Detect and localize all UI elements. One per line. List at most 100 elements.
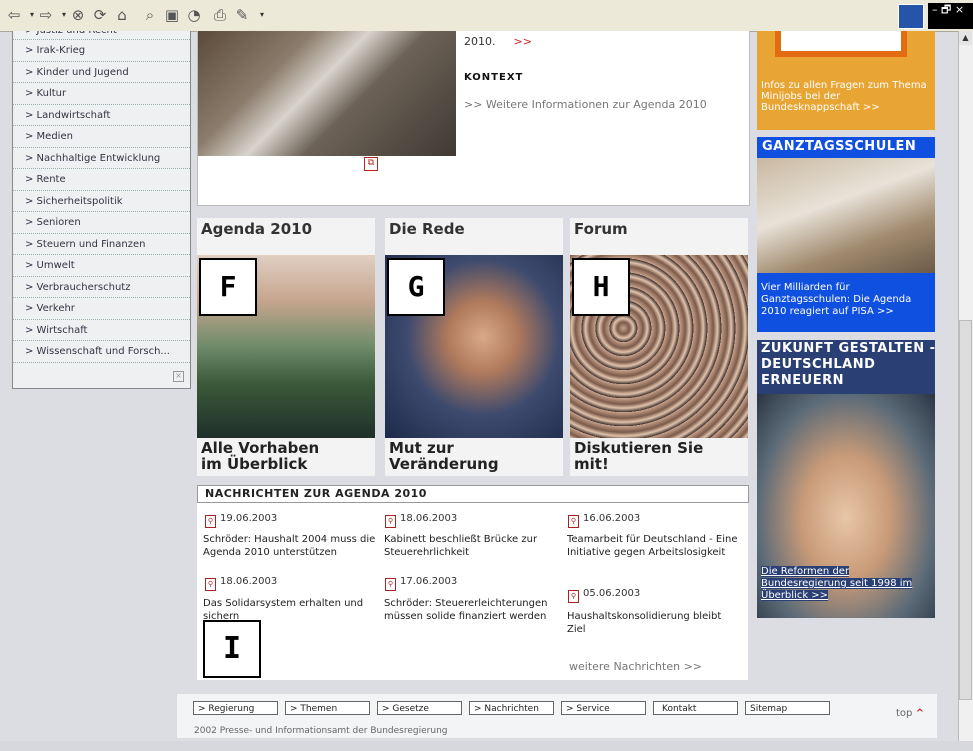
menu-item[interactable]: > Verkehr <box>13 298 190 320</box>
print-icon[interactable]: ⎙ <box>210 5 230 25</box>
news-date: ⚲ 16.06.2003 <box>568 513 640 528</box>
menu-item[interactable]: > Kinder und Jugend <box>13 62 190 83</box>
back-icon[interactable]: ⇦ <box>4 5 24 25</box>
article-fragment: 2010. >> <box>464 35 532 48</box>
top-link[interactable]: top ^ <box>896 708 924 719</box>
copyright-text: 2002 Presse- und Informationsamt der Bun… <box>194 726 448 736</box>
pdf-icon[interactable]: ⚲ <box>568 515 579 528</box>
promo-forum[interactable]: Forum Diskutieren Sie mit! H <box>570 218 748 476</box>
pdf-icon[interactable]: ⚲ <box>385 578 396 591</box>
footer-nav-sitemap[interactable]: Sitemap <box>745 701 830 715</box>
footer-nav-gesetze[interactable]: > Gesetze <box>377 701 462 715</box>
arrow-up-icon[interactable]: ^ <box>916 708 924 719</box>
scroll-up-icon[interactable]: ▲ <box>959 31 972 45</box>
favorites-icon[interactable]: ▣ <box>162 5 182 25</box>
promo-title: Agenda 2010 <box>201 220 313 238</box>
news-list: ⚲ 19.06.2003 Schröder: Haushalt 2004 muss… <box>197 503 748 680</box>
menu-item[interactable]: > Verbraucherschutz <box>13 277 190 298</box>
footer-nav-service[interactable]: > Service <box>561 701 646 715</box>
ganztag-title: GANZTAGSSCHULEN <box>762 139 917 154</box>
promo-caption: Diskutieren Sie mit! <box>574 440 703 472</box>
menu-item[interactable]: > Umwelt <box>13 255 190 277</box>
news-date-text: 05.06.2003 <box>583 588 641 599</box>
edit-icon[interactable]: ✎ <box>232 5 252 25</box>
stop-icon[interactable]: ⊗ <box>68 5 88 25</box>
pdf-icon[interactable]: ⚲ <box>205 515 216 528</box>
promo-title: Die Rede <box>389 220 465 238</box>
orange-graphic <box>775 31 907 57</box>
news-link[interactable]: Kabinett beschließt Brücke zur Steuerehr… <box>384 533 559 559</box>
home-icon[interactable]: ⌂ <box>112 5 132 25</box>
promo-agenda[interactable]: Agenda 2010 Alle Vorhaben im Überblick F <box>197 218 375 476</box>
menu-item[interactable]: > Justiz und Recht <box>13 31 190 40</box>
marker-label: H <box>572 258 630 316</box>
news-link[interactable]: Haushaltskonsolidierung bleibt Ziel <box>567 610 742 636</box>
footer-nav-themen[interactable]: > Themen <box>285 701 370 715</box>
status-bar <box>0 741 973 751</box>
menu-item[interactable]: > Wissenschaft und Forsch... <box>13 341 190 363</box>
menu-item[interactable]: > Landwirtschaft <box>13 105 190 126</box>
footer-nav-regierung[interactable]: > Regierung <box>193 701 278 715</box>
pdf-icon[interactable]: ⚲ <box>205 578 216 591</box>
news-date: ⚲ 18.06.2003 <box>385 513 457 528</box>
news-heading: NACHRICHTEN ZUR AGENDA 2010 <box>197 485 749 503</box>
news-link[interactable]: Schröder: Haushalt 2004 muss die Agenda … <box>203 533 378 559</box>
top-article: ⧉ 2010. >> KONTEXT >> Weitere Information… <box>197 31 750 206</box>
windows-logo-icon <box>898 4 924 29</box>
news-date: ⚲ 19.06.2003 <box>205 513 277 528</box>
menu-item[interactable]: > Nachhaltige Entwicklung <box>13 148 190 169</box>
footer-nav-kontakt[interactable]: Kontakt <box>653 701 738 715</box>
architects-photo <box>198 31 456 156</box>
search-icon[interactable]: ⌕ <box>140 5 160 25</box>
classroom-photo <box>757 158 935 273</box>
news-date: ⚲ 18.06.2003 <box>205 576 277 591</box>
caption-line: im Überblick <box>201 455 308 473</box>
menu-item[interactable]: > Sicherheitspolitik <box>13 191 190 212</box>
topics-menu: > Justiz und Recht > Irak-Krieg > Kinder… <box>12 31 191 389</box>
dropdown-icon[interactable]: ▾ <box>252 5 272 25</box>
pdf-icon[interactable]: ⚲ <box>568 590 579 603</box>
window-controls[interactable]: – 🗗 × <box>928 3 973 29</box>
menu-item[interactable]: > Rente <box>13 169 190 191</box>
menu-item[interactable]: > Senioren <box>13 212 190 234</box>
menu-item[interactable]: > Medien <box>13 126 190 148</box>
menu-item[interactable]: > Irak-Krieg <box>13 40 190 62</box>
fragment-text: 2010. <box>464 35 496 48</box>
zukunft-title: ZUKUNFT GESTALTEN - DEUTSCHLAND ERNEUERN <box>761 341 936 388</box>
promo-title: Forum <box>574 220 628 238</box>
more-news-link[interactable]: weitere Nachrichten >> <box>569 660 702 673</box>
forward-icon[interactable]: ⇨ <box>36 5 56 25</box>
zukunft-link-text[interactable]: Die Reformen der Bundesregierung seit 19… <box>761 566 913 601</box>
document-icon[interactable]: ⧉ <box>364 157 378 171</box>
news-link[interactable]: Schröder: Steuererleichterungen müssen s… <box>384 597 554 623</box>
pdf-icon[interactable]: ⚲ <box>385 515 396 528</box>
news-heading-text: NACHRICHTEN ZUR AGENDA 2010 <box>205 487 427 500</box>
marker-label: F <box>199 258 257 316</box>
news-link[interactable]: Teamarbeit für Deutschland - Eine Initia… <box>567 533 742 559</box>
history-icon[interactable]: ◔ <box>184 5 204 25</box>
caption-line: Veränderung <box>389 455 499 473</box>
browser-toolbar: ⇦ ▾ ⇨ ▾ ⊗ ⟳ ⌂ ⌕ ▣ ◔ ⎙ ✎ ▾ <box>0 0 973 32</box>
zukunft-link[interactable]: Die Reformen der Bundesregierung seit 19… <box>761 566 931 602</box>
minijobs-text[interactable]: Infos zu allen Fragen zum Thema Minijobs… <box>761 80 931 113</box>
footer-nav-nachrichten[interactable]: > Nachrichten <box>469 701 554 715</box>
ganztag-text[interactable]: Vier Milliarden für Ganztagsschulen: Die… <box>761 282 933 318</box>
news-date-text: 18.06.2003 <box>220 576 278 587</box>
promo-rede[interactable]: Die Rede Mut zur Veränderung G <box>385 218 563 476</box>
kontext-heading: KONTEXT <box>464 72 524 83</box>
scrollbar-thumb[interactable] <box>959 320 972 700</box>
more-link[interactable]: >> <box>514 35 532 48</box>
menu-item[interactable]: > Kultur <box>13 83 190 105</box>
menu-item[interactable]: > Steuern und Finanzen <box>13 234 190 255</box>
news-date-text: 17.06.2003 <box>400 576 458 587</box>
marker-label: I <box>203 620 261 678</box>
news-date: ⚲ 05.06.2003 <box>568 588 640 603</box>
refresh-icon[interactable]: ⟳ <box>90 5 110 25</box>
menu-item[interactable]: > Wirtschaft <box>13 320 190 341</box>
promo-caption: Mut zur Veränderung <box>389 440 499 472</box>
news-date-text: 19.06.2003 <box>220 513 278 524</box>
kontext-link[interactable]: >> Weitere Informationen zur Agenda 2010 <box>464 98 707 111</box>
top-link-text[interactable]: top <box>896 708 912 719</box>
close-icon[interactable]: × <box>173 371 184 382</box>
promo-caption: Alle Vorhaben im Überblick <box>201 440 319 472</box>
